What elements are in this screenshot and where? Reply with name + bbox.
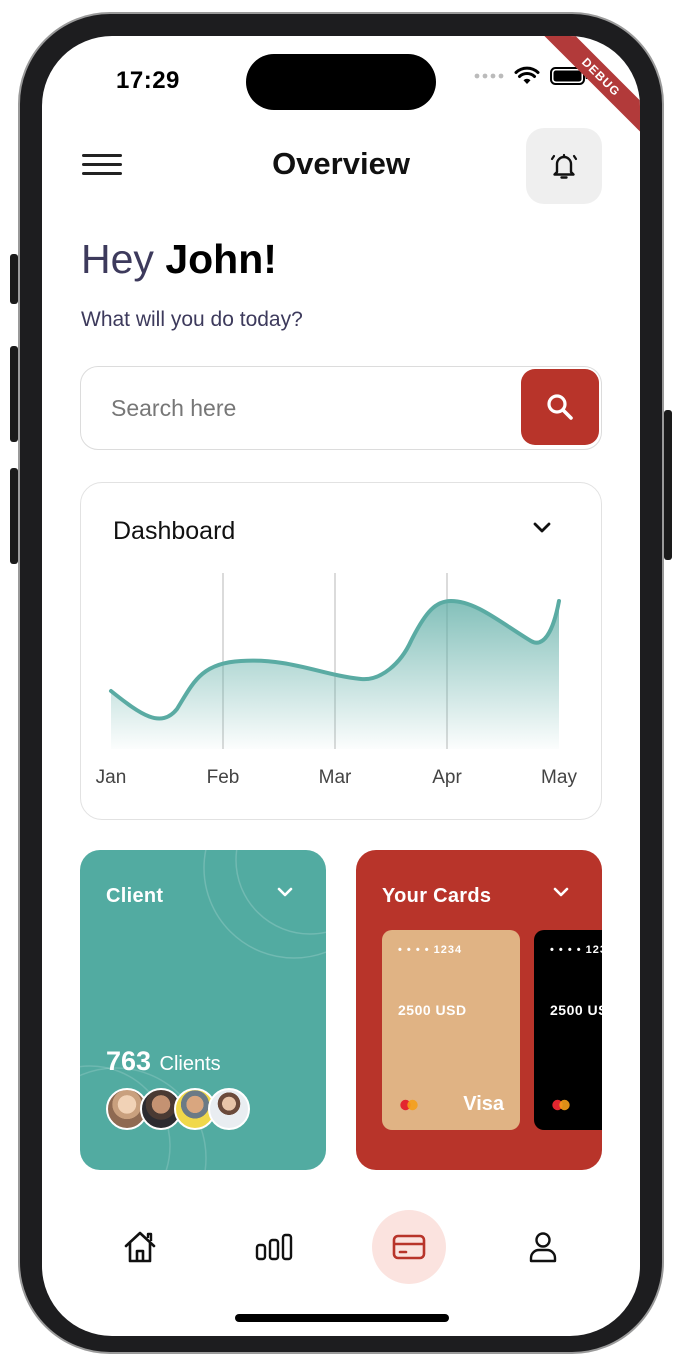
nav-profile[interactable] <box>506 1210 580 1284</box>
payment-card[interactable]: • • • • 1234 2500 USD <box>534 930 602 1130</box>
power-button <box>664 410 672 560</box>
card-number: • • • • 1234 <box>550 944 602 956</box>
card-icon <box>392 1234 426 1260</box>
client-title: Client <box>106 885 164 907</box>
card-amount: 2500 USD <box>398 1002 467 1018</box>
chart-x-label: Feb <box>207 767 240 788</box>
bell-icon <box>550 153 578 179</box>
search-input[interactable] <box>111 387 511 429</box>
signal-icon <box>474 73 504 79</box>
volume-down-button <box>10 468 18 564</box>
stats-icon <box>255 1233 293 1261</box>
your-cards-title: Your Cards <box>382 885 492 907</box>
your-cards-card[interactable]: Your Cards • • • • 1234 2500 USD Visa • … <box>356 850 602 1170</box>
card-brand: Visa <box>463 1093 504 1115</box>
chevron-down-icon[interactable] <box>276 886 294 898</box>
nav-cards[interactable] <box>372 1210 446 1284</box>
nav-home[interactable] <box>103 1210 177 1284</box>
silent-switch <box>10 254 18 304</box>
greeting: Hey John! <box>81 236 277 283</box>
chart-x-label: Jan <box>96 767 127 788</box>
profile-icon <box>529 1232 557 1263</box>
greeting-hey: Hey <box>81 236 154 282</box>
home-icon <box>124 1231 156 1263</box>
client-count: 763 Clients <box>106 1046 221 1077</box>
chart-x-label: Mar <box>319 767 352 788</box>
status-icons <box>474 66 590 86</box>
client-avatars <box>106 1088 250 1130</box>
wifi-icon <box>514 66 540 84</box>
client-count-number: 763 <box>106 1046 152 1076</box>
nav-stats[interactable] <box>237 1210 311 1284</box>
client-card[interactable]: Client 763 Clients <box>80 850 326 1170</box>
greeting-name: John! <box>165 236 277 282</box>
search-bar <box>80 366 602 450</box>
notifications-button[interactable] <box>526 128 602 204</box>
card-amount: 2500 USD <box>550 1002 602 1018</box>
chart-x-label: May <box>541 767 577 788</box>
bottom-nav <box>42 1210 640 1290</box>
client-count-label: Clients <box>159 1053 221 1075</box>
greeting-subtitle: What will you do today? <box>81 308 303 331</box>
search-icon <box>547 394 573 420</box>
mastercard-icon <box>400 1099 418 1111</box>
avatar[interactable] <box>208 1088 250 1130</box>
dashboard-chart: Jan Feb Mar Apr May <box>96 573 577 788</box>
volume-up-button <box>10 346 18 442</box>
home-indicator <box>235 1314 449 1322</box>
search-button[interactable] <box>521 369 599 445</box>
dynamic-island <box>246 54 436 110</box>
card-number: • • • • 1234 <box>398 944 463 956</box>
dashboard-card: Dashboard Jan Feb Mar Apr May <box>80 482 602 820</box>
payment-card[interactable]: • • • • 1234 2500 USD Visa <box>382 930 520 1130</box>
chart-x-label: Apr <box>432 767 462 788</box>
app-screen: 17:29 DEBUG Overview Hey John! What will… <box>42 36 640 1336</box>
mastercard-icon <box>552 1099 570 1111</box>
status-time: 17:29 <box>116 67 180 94</box>
chevron-down-icon[interactable] <box>552 886 570 898</box>
